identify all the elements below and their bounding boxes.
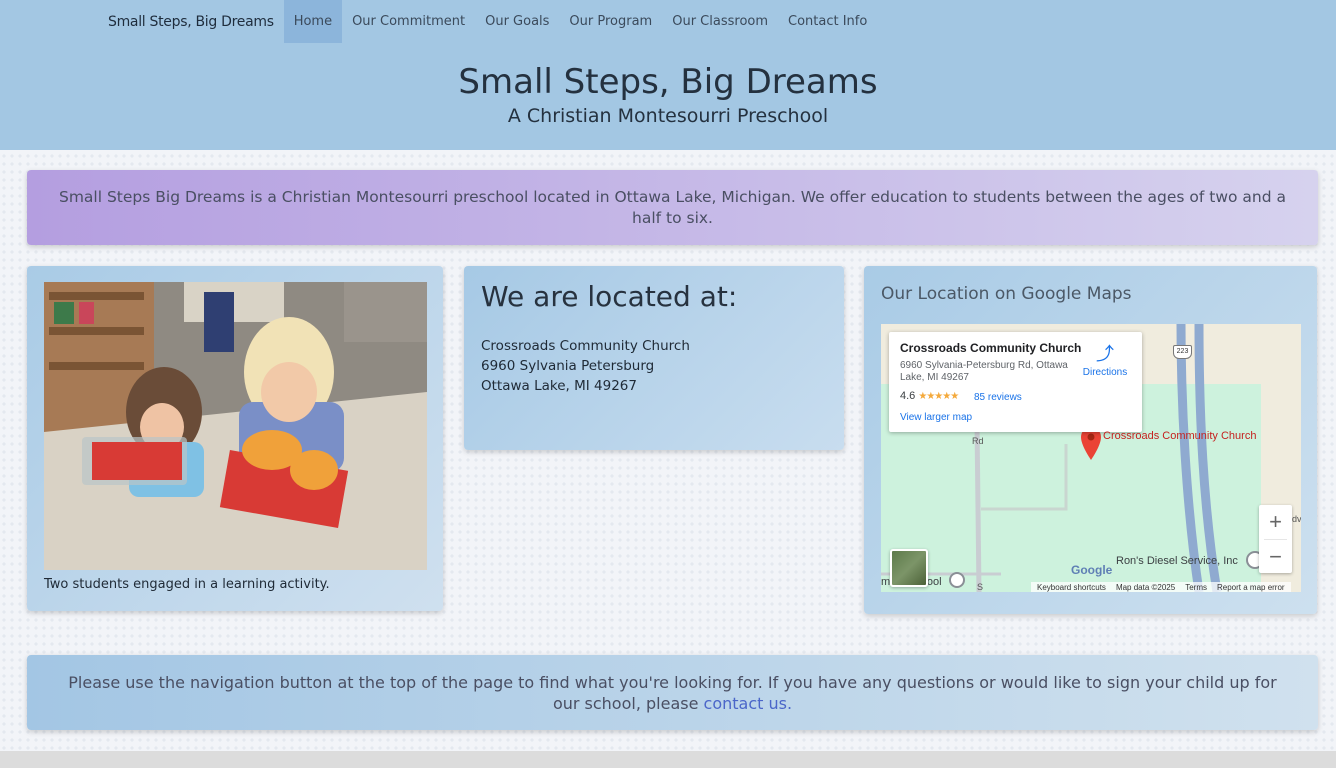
nearby-place-label[interactable]: Ron's Diesel Service, Inc xyxy=(1116,555,1238,567)
road-label: Rd xyxy=(972,436,984,446)
rating-value: 4.6 xyxy=(900,390,916,402)
intro-card: Small Steps Big Dreams is a Christian Mo… xyxy=(27,170,1318,245)
map-heading: Our Location on Google Maps xyxy=(881,284,1132,304)
zoom-controls: + − xyxy=(1259,505,1292,573)
zoom-in-button[interactable]: + xyxy=(1259,505,1292,539)
page-subtitle: A Christian Montesourri Preschool xyxy=(507,105,829,127)
address-line-3: Ottawa Lake, MI 49267 xyxy=(481,378,637,394)
place-address: 6960 Sylvania-Petersburg Rd, Ottawa Lake… xyxy=(900,360,1068,383)
site-header: Small Steps, Big Dreams Home Our Commitm… xyxy=(0,0,1336,150)
google-logo: Google xyxy=(1071,563,1113,577)
intro-text: Small Steps Big Dreams is a Christian Mo… xyxy=(58,188,1287,227)
report-error-link[interactable]: Report a map error xyxy=(1217,583,1285,592)
photo-caption: Two students engaged in a learning activ… xyxy=(44,577,330,592)
directions-icon: ⤴ xyxy=(1096,344,1114,364)
highway-shield-icon: 223 xyxy=(1173,345,1192,359)
google-map[interactable]: 223 Rd S dv Crossroads Community Church … xyxy=(881,324,1301,592)
terms-link[interactable]: Terms xyxy=(1185,583,1207,592)
address-line-1: Crossroads Community Church xyxy=(481,338,690,354)
reviews-link[interactable]: 85 reviews xyxy=(974,392,1022,403)
page-bottom-bar xyxy=(0,751,1336,768)
location-heading: We are located at: xyxy=(481,280,738,313)
map-attribution: Keyboard shortcuts Map data ©2025 Terms … xyxy=(1031,582,1291,592)
directions-button[interactable]: ⤴ Directions xyxy=(1075,344,1135,378)
zoom-out-button[interactable]: − xyxy=(1259,540,1292,574)
directions-label: Directions xyxy=(1082,367,1128,378)
nav-our-commitment[interactable]: Our Commitment xyxy=(342,0,475,43)
classroom-photo xyxy=(44,282,427,570)
map-card: Our Location on Google Maps 223 Rd S dv … xyxy=(864,266,1317,614)
place-name: Crossroads Community Church xyxy=(900,341,1082,355)
footer-card: Please use the navigation button at the … xyxy=(27,655,1318,730)
map-data-label: Map data ©2025 xyxy=(1115,583,1176,592)
map-pin-label[interactable]: Crossroads Community Church xyxy=(1103,431,1256,442)
address-block: Crossroads Community Church 6960 Sylvani… xyxy=(481,336,690,396)
nav-our-program[interactable]: Our Program xyxy=(559,0,662,43)
brand-logo[interactable]: Small Steps, Big Dreams xyxy=(100,0,284,43)
road-label-bottom: S xyxy=(977,582,984,592)
photo-card: Two students engaged in a learning activ… xyxy=(27,266,443,611)
view-larger-map-link[interactable]: View larger map xyxy=(900,412,972,423)
contact-us-link[interactable]: contact us. xyxy=(704,694,793,713)
place-rating: 4.6 ★★★★★ xyxy=(900,390,959,402)
address-line-2: 6960 Sylvania Petersburg xyxy=(481,358,655,374)
location-card: We are located at: Crossroads Community … xyxy=(464,266,844,450)
main-nav: Small Steps, Big Dreams Home Our Commitm… xyxy=(100,0,877,43)
footer-message: Please use the navigation button at the … xyxy=(68,673,1277,713)
footer-text: Please use the navigation button at the … xyxy=(27,655,1318,731)
nav-our-classroom[interactable]: Our Classroom xyxy=(662,0,778,43)
satellite-toggle-button[interactable] xyxy=(890,549,928,587)
rating-stars-icon: ★★★★★ xyxy=(918,391,959,402)
nav-contact-info[interactable]: Contact Info xyxy=(778,0,877,43)
page-title: Small Steps, Big Dreams xyxy=(458,62,878,102)
nav-home[interactable]: Home xyxy=(283,0,343,43)
nav-our-goals[interactable]: Our Goals xyxy=(475,0,559,43)
keyboard-shortcuts-link[interactable]: Keyboard shortcuts xyxy=(1037,583,1106,592)
road-label-edge: dv xyxy=(1292,514,1301,524)
map-info-window: Crossroads Community Church 6960 Sylvani… xyxy=(889,332,1142,432)
